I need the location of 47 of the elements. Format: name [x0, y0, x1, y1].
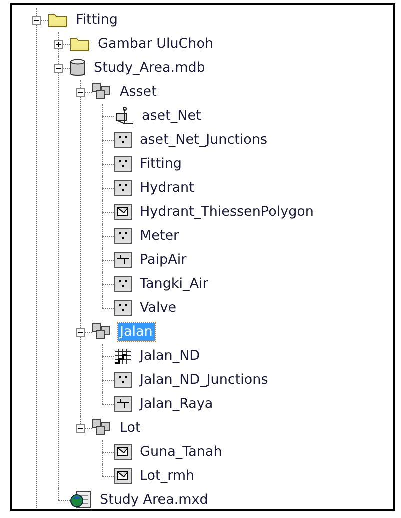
- collapse-icon[interactable]: [54, 64, 63, 72]
- tree-item[interactable]: Lot: [118, 419, 143, 437]
- point-layer-icon: [114, 372, 132, 388]
- tree-item[interactable]: Meter: [138, 227, 182, 245]
- tree-item[interactable]: Lot_rmh: [138, 467, 197, 485]
- tree-item[interactable]: Guna_Tanah: [138, 443, 224, 461]
- tree-item[interactable]: Gambar UluChoh: [96, 35, 216, 53]
- polygon-layer-icon: [114, 468, 132, 484]
- stacked-squares-icon: [92, 323, 112, 341]
- point-layer-icon: [114, 300, 132, 316]
- tree-item[interactable]: Fitting: [138, 155, 184, 173]
- tree-item[interactable]: aset_Net: [140, 107, 204, 125]
- stacked-squares-icon: [92, 83, 112, 101]
- polygon-layer-icon: [114, 204, 132, 220]
- tree-item[interactable]: Tangki_Air: [138, 275, 210, 293]
- tree-item[interactable]: Hydrant_ThiessenPolygon: [138, 203, 316, 221]
- globe-document-icon: [70, 491, 92, 509]
- stacked-squares-icon: [92, 419, 112, 437]
- tree-item[interactable]: PaipAir: [138, 251, 189, 269]
- tree-item[interactable]: Study Area.mxd: [98, 491, 210, 509]
- line-layer-icon: [114, 252, 132, 268]
- polygon-layer-icon: [114, 444, 132, 460]
- folder-icon: [48, 12, 68, 28]
- point-layer-icon: [114, 276, 132, 292]
- tree-item[interactable]: Hydrant: [138, 179, 196, 197]
- point-layer-icon: [114, 156, 132, 172]
- collapse-icon[interactable]: [32, 16, 41, 24]
- tree-item[interactable]: Fitting: [74, 11, 120, 29]
- expand-icon[interactable]: [54, 40, 63, 48]
- collapse-icon[interactable]: [76, 88, 85, 96]
- collapse-icon[interactable]: [76, 424, 85, 432]
- tree-item[interactable]: aset_Net_Junctions: [138, 131, 270, 149]
- folder-icon: [70, 36, 90, 52]
- tree-item[interactable]: Valve: [138, 299, 179, 317]
- tree-item[interactable]: Asset: [118, 83, 159, 101]
- tree-item[interactable]: Study_Area.mdb: [92, 59, 208, 77]
- tree-item[interactable]: Jalan_ND: [138, 347, 202, 365]
- line-layer-icon: [114, 396, 132, 412]
- tree-item[interactable]: Jalan_Raya: [138, 395, 216, 413]
- grid-icon: [114, 348, 132, 364]
- point-layer-icon: [114, 228, 132, 244]
- axes-cube-icon: [114, 107, 134, 125]
- point-layer-icon: [114, 132, 132, 148]
- tree-item[interactable]: Jalan_ND_Junctions: [138, 371, 270, 389]
- collapse-icon[interactable]: [76, 328, 85, 336]
- point-layer-icon: [114, 180, 132, 196]
- database-icon: [70, 59, 86, 77]
